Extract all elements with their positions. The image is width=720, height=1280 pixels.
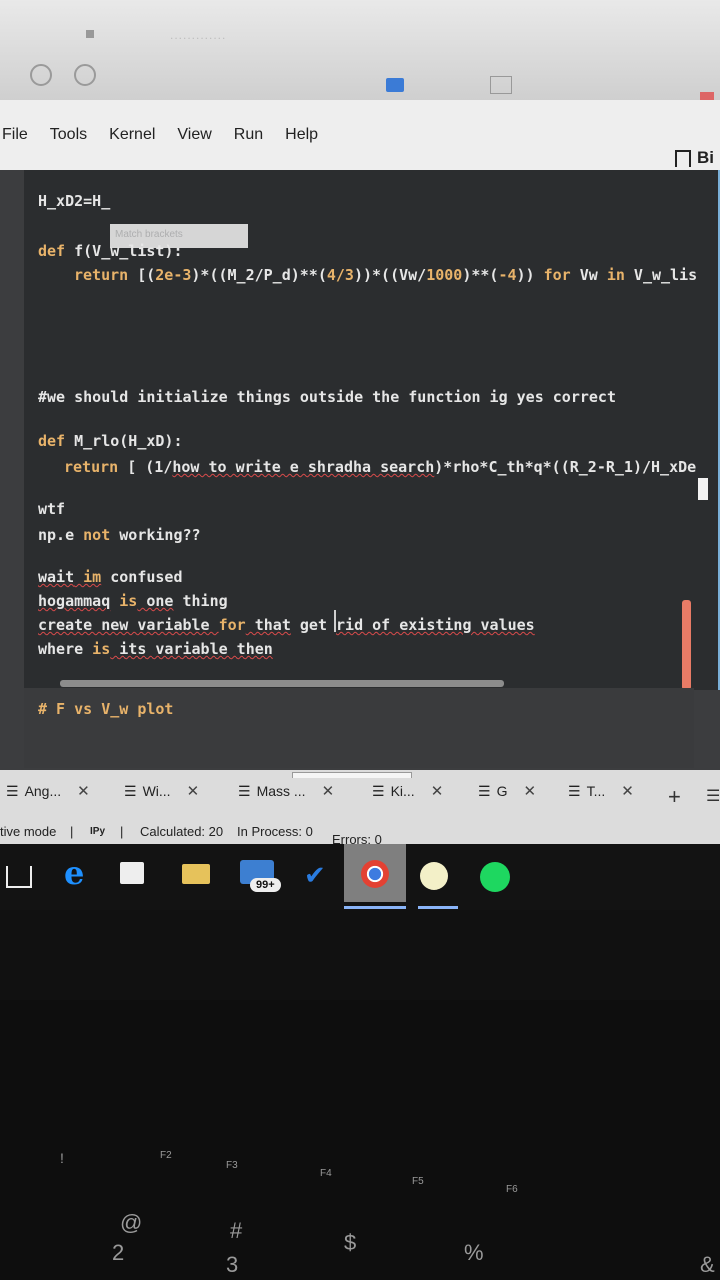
code-line-6[interactable]: return [ (1/how to write e shradha searc…: [64, 458, 696, 476]
menu-items: File Tools Kernel View Run Help: [0, 126, 318, 144]
menu-run[interactable]: Run: [234, 126, 263, 144]
status-kernel[interactable]: IPy: [90, 826, 105, 837]
key-label: 3: [226, 1252, 239, 1277]
close-icon[interactable]: ✕: [187, 782, 200, 800]
active-tab-indicator: [292, 772, 412, 778]
code-line-7[interactable]: wtf: [38, 500, 65, 518]
key-label: F3: [226, 1160, 238, 1171]
status-in-process: In Process: 0: [237, 824, 313, 839]
close-icon[interactable]: ✕: [431, 782, 444, 800]
status-bar: tive mode | IPy | Calculated: 20 In Proc…: [0, 814, 720, 847]
menu-kernel[interactable]: Kernel: [109, 126, 155, 144]
menu-view[interactable]: View: [177, 126, 211, 144]
key-label: #: [230, 1218, 243, 1243]
close-icon[interactable]: ✕: [621, 782, 634, 800]
text-cursor: [698, 478, 708, 500]
vertical-scrollbar[interactable]: [682, 600, 691, 690]
active-app-underline: [344, 906, 406, 909]
document-tab-bar: ☰ Ang... ✕ ☰ Wi... ✕ ☰ Mass ... ✕ ☰ Ki... ✕ ☰ G ✕ …: [0, 770, 720, 814]
tab-6[interactable]: ☰ T... ✕: [568, 782, 634, 801]
extension-icon[interactable]: [386, 78, 404, 92]
key-label: !: [60, 1150, 64, 1166]
ball-icon[interactable]: [420, 862, 448, 890]
close-icon[interactable]: ✕: [77, 782, 90, 800]
code-line-11[interactable]: create new variable for that get rid of …: [38, 616, 535, 634]
browser-chrome-bezel: .............: [0, 0, 720, 100]
doc-icon: ☰: [124, 782, 137, 799]
bookmark-icon: [675, 149, 691, 167]
code-line-12[interactable]: where is its variable then: [38, 640, 273, 658]
code-line-10[interactable]: hogammaq is one thing: [38, 592, 228, 610]
bookmark-button[interactable]: Bi: [675, 148, 714, 168]
doc-icon: ☰: [6, 782, 19, 799]
check-icon[interactable]: ✔: [304, 860, 326, 891]
key-label: F2: [160, 1150, 172, 1161]
dot-icon: [86, 30, 94, 38]
doc-icon: ☰: [372, 782, 385, 799]
close-icon[interactable]: ✕: [322, 782, 335, 800]
code-line-4[interactable]: #we should initialize things outside the…: [38, 388, 616, 406]
refresh-icon[interactable]: [30, 64, 52, 86]
tab-2[interactable]: ☰ Wi... ✕: [124, 782, 200, 801]
menu-tools[interactable]: Tools: [50, 126, 87, 144]
blurred-address: .............: [170, 28, 227, 42]
code-line-9[interactable]: wait im confused: [38, 568, 183, 586]
status-calculated: Calculated: 20: [140, 824, 224, 839]
key-label: %: [464, 1240, 484, 1265]
code-line-3[interactable]: return [(2e-3)*((M_2/P_d)**(4/3))*((Vw/1…: [74, 266, 697, 284]
tab-4[interactable]: ☰ Ki... ✕: [372, 782, 444, 801]
key-label: &: [700, 1252, 715, 1277]
divider: |: [120, 824, 124, 839]
key-label: F4: [320, 1168, 332, 1179]
doc-icon: ☰: [238, 782, 251, 799]
horizontal-scrollbar[interactable]: [60, 680, 504, 687]
status-mode[interactable]: tive mode: [0, 824, 56, 839]
close-icon[interactable]: ✕: [523, 782, 536, 800]
store-icon[interactable]: [120, 862, 144, 884]
laptop-keyboard: ! 2 @ # 3 $ % & F2 F3 F4 F5 F6: [0, 1000, 720, 1280]
key-label: @: [120, 1210, 143, 1235]
markdown-line[interactable]: # F vs V_w plot: [38, 700, 173, 718]
key-label: F5: [412, 1176, 424, 1187]
os-taskbar: e 99+ ✔: [0, 844, 720, 910]
tab-5[interactable]: ☰ G ✕: [478, 782, 536, 801]
doc-icon: ☰: [478, 782, 491, 799]
divider: |: [70, 824, 74, 839]
new-tab-plus-icon[interactable]: +: [668, 784, 681, 810]
spotify-icon[interactable]: [480, 862, 510, 892]
menu-bar: File Tools Kernel View Run Help Bi: [0, 100, 720, 170]
chrome-icon[interactable]: [344, 844, 406, 902]
folder-icon[interactable]: [182, 864, 210, 884]
menu-help[interactable]: Help: [285, 126, 318, 144]
doc-icon: ☰: [568, 782, 581, 799]
key-label: F6: [506, 1184, 518, 1195]
key-label: $: [344, 1230, 357, 1255]
code-line-5[interactable]: def M_rlo(H_xD):: [38, 432, 183, 450]
code-line-2[interactable]: def f(V_w_list):: [38, 242, 183, 260]
bookmark-label: Bi: [697, 148, 714, 167]
tab-3[interactable]: ☰ Mass ... ✕: [238, 782, 335, 801]
mail-badge: 99+: [250, 878, 281, 892]
running-app-underline: [418, 906, 458, 909]
tab-1[interactable]: ☰ Ang... ✕: [6, 782, 90, 801]
window-icon[interactable]: [490, 76, 512, 94]
code-line-1[interactable]: H_xD2=H_: [38, 192, 110, 210]
sync-icon[interactable]: [74, 64, 96, 86]
code-line-8[interactable]: np.e not working??: [38, 526, 201, 544]
task-view-icon[interactable]: [6, 866, 32, 888]
notification-icon[interactable]: [700, 92, 714, 100]
notebook-area: H_xD2=H_ Match brackets def f(V_w_list):…: [0, 170, 720, 770]
key-label: 2: [112, 1240, 125, 1265]
tab-menu-icon[interactable]: ☰: [706, 786, 720, 806]
edge-icon[interactable]: e: [64, 854, 84, 892]
menu-file[interactable]: File: [2, 126, 28, 144]
mouse-ibeam-cursor: [334, 610, 336, 632]
